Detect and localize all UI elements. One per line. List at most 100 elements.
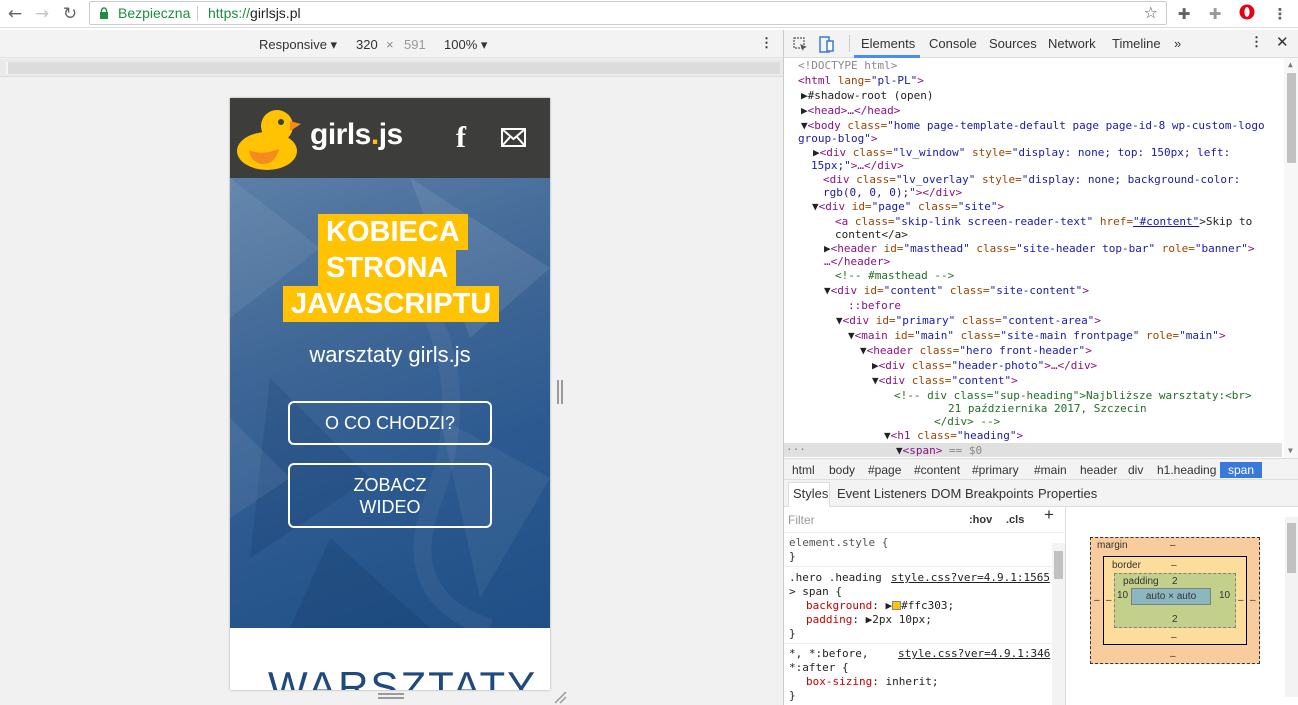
attr-value-link[interactable]: "#content" (1133, 215, 1199, 228)
tab-elements[interactable]: Elements (861, 36, 915, 51)
crumb-html[interactable]: html (787, 462, 820, 478)
crumb-span[interactable]: span (1220, 462, 1263, 478)
width-input[interactable]: 320 (356, 37, 378, 52)
box-padding[interactable]: padding 2 2 10 10 auto × auto (1114, 573, 1236, 628)
hover-state-toggle[interactable]: :hov (969, 513, 992, 527)
address-bar[interactable]: Bezpieczna https://girlsjs.pl ☆ (89, 1, 1167, 25)
rule1-background-decl[interactable]: background: ▶ #ffc303; (806, 599, 954, 613)
about-button[interactable]: O CO CHODZI? (288, 401, 492, 445)
dom-doctype[interactable]: <!DOCTYPE html> (798, 58, 897, 73)
scroll-up-icon[interactable]: ▲ (1288, 60, 1293, 69)
rule1-source-link[interactable]: style.css?ver=4.9.1:1565 (891, 571, 1050, 585)
devtools-menu-icon[interactable]: ⋮ (1250, 34, 1263, 50)
dom-h1-heading[interactable]: ▼<h1 class="heading"> (884, 428, 1023, 443)
dom-tree-scrollbar[interactable]: ▲ ▼ (1284, 58, 1298, 458)
device-toggle-icon[interactable] (819, 36, 834, 53)
resize-corner-icon[interactable] (553, 690, 567, 704)
site-logo-text[interactable]: girls.js (310, 118, 403, 152)
dom-content-div[interactable]: ▼<div class="content"> (872, 373, 1018, 388)
box-margin[interactable]: margin – – – – border – – – – padding 2 … (1090, 537, 1260, 664)
dom-shadow-root[interactable]: ▶#shadow-root (open) (801, 88, 933, 103)
box-border[interactable]: border – – – – padding 2 2 10 10 auto × … (1103, 556, 1247, 645)
back-icon[interactable]: ← (5, 4, 25, 24)
extension-puzzle-icon-2[interactable]: ✚ (1205, 4, 1225, 24)
crumb-div[interactable]: div (1123, 462, 1148, 478)
height-input[interactable]: 591 (404, 37, 426, 52)
extension-puzzle-icon[interactable]: ✚ (1174, 4, 1194, 24)
rule1-padding-decl[interactable]: padding: ▶2px 10px; (806, 613, 932, 627)
inspect-element-icon[interactable] (793, 37, 808, 52)
zoom-select[interactable]: 100% ▾ (444, 37, 487, 53)
url-text[interactable]: https://girlsjs.pl (208, 5, 301, 21)
tab-sources[interactable]: Sources (989, 36, 1037, 51)
crumb-primary[interactable]: #primary (967, 462, 1024, 478)
rule1-selector[interactable]: .hero .heading (789, 571, 882, 585)
crumb-main[interactable]: #main (1029, 462, 1072, 478)
forward-icon[interactable]: → (32, 4, 52, 24)
tab-styles[interactable]: Styles (793, 486, 828, 501)
dom-html[interactable]: <html lang="pl-PL"> (798, 73, 924, 88)
scrollbar-thumb[interactable] (1054, 551, 1063, 579)
tab-network[interactable]: Network (1048, 36, 1096, 51)
duck-logo-icon[interactable] (235, 104, 303, 172)
facebook-icon[interactable]: f (456, 123, 470, 153)
color-swatch[interactable] (892, 601, 902, 610)
class-toggle[interactable]: .cls (1006, 513, 1024, 527)
rule2-source-link[interactable]: style.css?ver=4.9.1:346 (898, 647, 1050, 661)
device-more-icon[interactable]: ⋮ (760, 35, 773, 51)
crumb-content[interactable]: #content (909, 462, 965, 478)
box-model-scrollbar[interactable] (1285, 517, 1298, 697)
crumb-body[interactable]: body (824, 462, 860, 478)
styles-scrollbar[interactable] (1052, 543, 1065, 705)
crumb-h1-heading[interactable]: h1.heading (1152, 462, 1221, 478)
tab-event-listeners[interactable]: Event Listeners (837, 486, 927, 501)
scrollbar-thumb[interactable] (1287, 73, 1296, 163)
emulated-page[interactable]: girls.js f KOBIECA STRONA JAVASCRIPTU wa… (230, 98, 550, 690)
ruler-bar[interactable] (6, 62, 780, 74)
box-content[interactable]: auto × auto (1131, 588, 1211, 605)
opera-extension-icon[interactable] (1237, 4, 1257, 24)
hero-subtitle: warsztaty girls.js (309, 342, 471, 367)
tab-properties[interactable]: Properties (1038, 486, 1097, 501)
scroll-down-icon[interactable]: ▼ (1288, 446, 1293, 455)
dom-span-selected[interactable]: ▼<span> == $0 (896, 443, 982, 458)
rule2-selector[interactable]: *, *:before, (789, 647, 868, 661)
scrollbar-thumb[interactable] (1287, 523, 1296, 573)
crumb-page[interactable]: #page (863, 462, 906, 478)
attr-value: "main" (914, 329, 954, 342)
dom-tree[interactable]: <!DOCTYPE html> <html lang="pl-PL"> ▶#sh… (784, 58, 1282, 458)
reload-icon[interactable]: ↻ (60, 4, 80, 24)
attr-value: "content" (951, 374, 1012, 387)
dom-primary[interactable]: ▼<div id="primary" class="content-area"> (836, 313, 1101, 328)
media-query-ruler[interactable] (0, 59, 783, 77)
dom-page[interactable]: ▼<div id="page" class="site"> (812, 199, 1004, 214)
watch-video-button[interactable]: ZOBACZ WIDEO (288, 463, 492, 528)
rule2-boxsizing-decl[interactable]: box-sizing: inherit; (806, 675, 938, 689)
more-tabs-icon[interactable]: » (1174, 36, 1181, 51)
resize-handle-bottom[interactable] (378, 693, 404, 699)
crumb-header[interactable]: header (1075, 462, 1122, 478)
rule-close: } (789, 689, 796, 702)
dom-main[interactable]: ▼<main id="main" class="site-main frontp… (848, 328, 1226, 343)
dom-hero-header[interactable]: ▼<header class="hero front-header"> (860, 343, 1092, 358)
dom-before-pseudo[interactable]: ::before (848, 298, 901, 313)
border-top: – (1171, 560, 1177, 571)
device-select[interactable]: Responsive ▾ (259, 37, 337, 53)
dom-head[interactable]: ▶<head>…</head> (801, 103, 900, 118)
element-style-selector[interactable]: element.style { (789, 536, 888, 550)
bookmark-star-icon[interactable]: ☆ (1144, 3, 1158, 22)
resize-handle-right[interactable] (557, 380, 563, 404)
menu-dots-icon[interactable]: ⋮ (1270, 4, 1290, 24)
tab-timeline[interactable]: Timeline (1112, 36, 1161, 51)
tab-dom-breakpoints[interactable]: DOM Breakpoints (931, 486, 1034, 501)
add-rule-icon[interactable]: + (1044, 506, 1054, 523)
tab-console[interactable]: Console (929, 36, 977, 51)
styles-filter-input[interactable]: Filter (788, 513, 815, 527)
dom-masthead-comment[interactable]: <!-- #masthead --> (835, 268, 954, 283)
divider (849, 35, 850, 52)
dom-header-photo[interactable]: ▶<div class="header-photo">…</div> (872, 358, 1097, 373)
close-devtools-icon[interactable]: ✕ (1276, 33, 1289, 51)
mail-icon[interactable] (501, 128, 526, 147)
tag-close: > (1082, 284, 1089, 297)
dom-content[interactable]: ▼<div id="content" class="site-content"> (824, 283, 1089, 298)
